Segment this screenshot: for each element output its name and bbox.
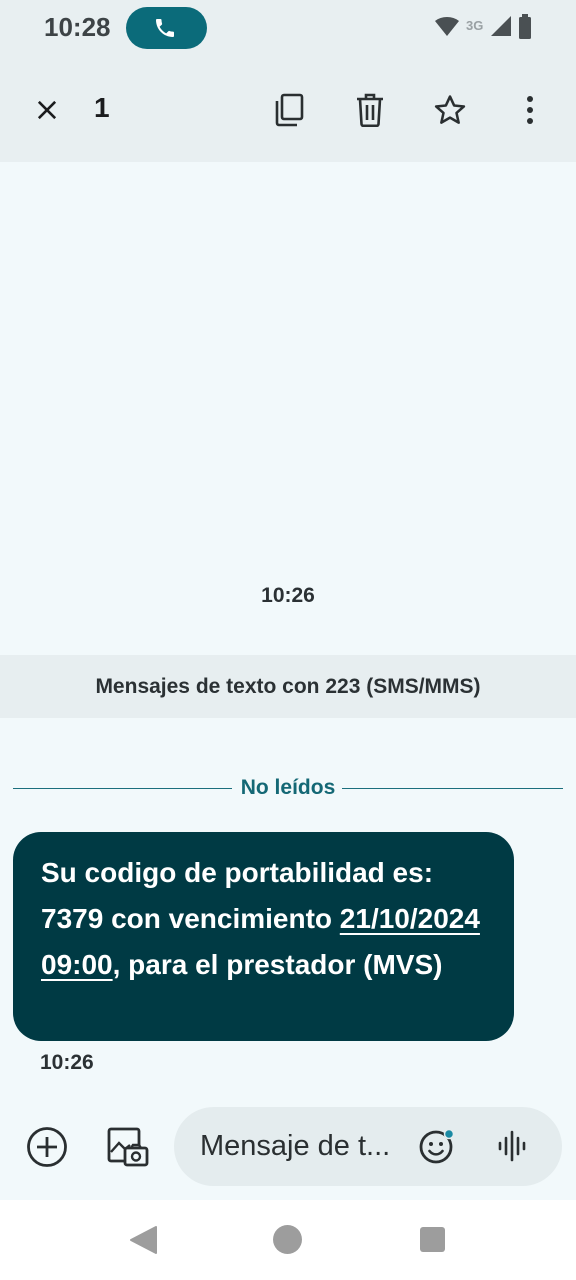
recents-icon[interactable] <box>420 1227 445 1252</box>
add-attachment-button[interactable] <box>26 1126 68 1173</box>
conversation-info-text: Mensajes de texto con 223 (SMS/MMS) <box>95 675 481 698</box>
more-options-button[interactable] <box>508 88 552 132</box>
message-text-end: , para el prestador (MVS) <box>112 949 443 980</box>
active-call-chip[interactable] <box>126 7 207 49</box>
star-icon <box>434 95 466 124</box>
unread-divider-right <box>342 788 563 789</box>
copy-button[interactable] <box>267 88 311 132</box>
message-bubble[interactable]: Su codigo de portabilidad es: 7379 con v… <box>13 832 514 1041</box>
emoji-icon <box>419 1128 455 1164</box>
status-time: 10:28 <box>44 12 111 42</box>
status-bar: 10:28 3G <box>0 0 576 58</box>
selection-app-bar: 1 <box>0 58 576 162</box>
add-circle-icon <box>27 1127 67 1167</box>
gallery-camera-button[interactable] <box>105 1126 149 1173</box>
copy-icon <box>275 93 304 127</box>
star-button[interactable] <box>428 88 472 132</box>
message-input-placeholder: Mensaje de t... <box>200 1130 391 1162</box>
thread-start-time: 10:26 <box>261 584 315 607</box>
network-type: 3G <box>466 18 484 33</box>
wifi-icon <box>435 17 459 36</box>
gallery-camera-icon <box>107 1127 149 1167</box>
voice-message-button[interactable] <box>496 1129 530 1168</box>
message-input[interactable]: Mensaje de t... <box>174 1107 562 1186</box>
home-icon[interactable] <box>273 1225 302 1254</box>
close-icon <box>37 100 57 120</box>
voice-waveform-icon <box>498 1130 526 1162</box>
more-vert-icon <box>527 96 533 124</box>
delete-icon <box>357 93 383 127</box>
call-active-icon <box>156 19 174 37</box>
battery-icon <box>519 14 531 39</box>
selected-count: 1 <box>94 92 110 123</box>
back-icon[interactable] <box>128 1225 158 1255</box>
signal-icon <box>491 16 511 36</box>
system-navigation-bar <box>0 1200 576 1280</box>
delete-button[interactable] <box>348 88 392 132</box>
emoji-button[interactable] <box>417 1126 457 1171</box>
message-time: 10:26 <box>40 1051 94 1074</box>
close-selection-button[interactable] <box>25 88 69 132</box>
